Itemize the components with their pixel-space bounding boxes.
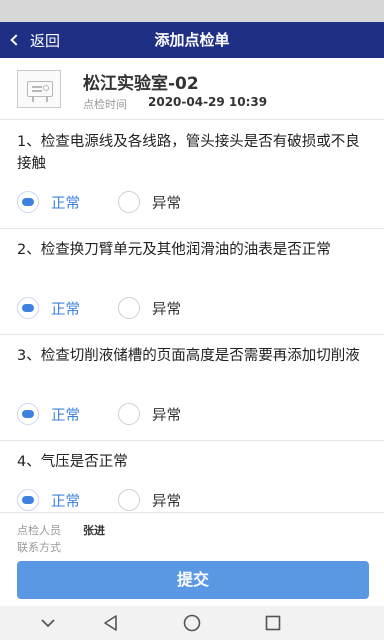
home-circle-icon[interactable]: [181, 612, 203, 634]
radio-unchecked-icon[interactable]: [118, 489, 140, 511]
option-abnormal[interactable]: 异常: [118, 297, 181, 319]
checklist-item: 2、检查换刀臂单元及其他润滑油的油表是否正常 正常 异常: [0, 229, 384, 335]
status-bar: [0, 0, 384, 22]
option-abnormal-label: 异常: [152, 301, 181, 318]
device-name: 松江实验室-02: [83, 74, 199, 94]
question-text: 4、气压是否正常: [17, 454, 128, 470]
question-text: 1、检查电源线及各线路，管头接头是否有破损或不良接触: [17, 134, 360, 172]
inspector-label: 点检人员: [17, 524, 61, 537]
system-nav-bar: [0, 606, 384, 640]
back-label: 返回: [30, 31, 61, 50]
device-header: 松江实验室-02 点检时间 2020-04-29 10:39: [0, 58, 384, 120]
recents-square-icon[interactable]: [262, 612, 284, 634]
footer-panel: 点检人员 张进 联系方式 提交: [0, 512, 384, 606]
checklist-item: 1、检查电源线及各线路，管头接头是否有破损或不良接触 正常 异常: [0, 121, 384, 229]
option-abnormal[interactable]: 异常: [118, 191, 181, 213]
chevron-down-icon[interactable]: [37, 612, 59, 634]
radio-checked-icon[interactable]: [17, 403, 39, 425]
nav-bar: 返回 添加点检单: [0, 22, 384, 58]
chevron-left-icon: [10, 34, 22, 46]
machine-icon: [17, 70, 61, 108]
option-normal[interactable]: 正常: [17, 297, 80, 319]
option-abnormal-label: 异常: [152, 407, 181, 424]
radio-unchecked-icon[interactable]: [118, 191, 140, 213]
option-normal-label: 正常: [51, 195, 80, 212]
option-normal[interactable]: 正常: [17, 191, 80, 213]
radio-checked-icon[interactable]: [17, 191, 39, 213]
checklist-item: 3、检查切削液储槽的页面高度是否需要再添加切削液 正常 异常: [0, 335, 384, 441]
back-triangle-icon[interactable]: [100, 612, 122, 634]
back-button[interactable]: 返回: [10, 22, 61, 58]
radio-unchecked-icon[interactable]: [118, 297, 140, 319]
question-text: 2、检查换刀臂单元及其他润滑油的油表是否正常: [17, 242, 331, 258]
radio-unchecked-icon[interactable]: [118, 403, 140, 425]
option-normal-label: 正常: [51, 301, 80, 318]
inspection-time-value: 2020-04-29 10:39: [148, 95, 268, 109]
option-abnormal-label: 异常: [152, 195, 181, 212]
submit-button[interactable]: 提交: [17, 561, 369, 599]
option-abnormal[interactable]: 异常: [118, 403, 181, 425]
question-text: 3、检查切削液储槽的页面高度是否需要再添加切削液: [17, 348, 360, 364]
checklist-item: 4、气压是否正常 正常 异常: [0, 441, 384, 512]
option-abnormal[interactable]: 异常: [118, 489, 181, 511]
radio-checked-icon[interactable]: [17, 297, 39, 319]
inspection-time-label: 点检时间: [83, 98, 127, 111]
option-normal[interactable]: 正常: [17, 489, 80, 511]
inspector-value: 张进: [83, 524, 105, 537]
radio-checked-icon[interactable]: [17, 489, 39, 511]
option-normal[interactable]: 正常: [17, 403, 80, 425]
contact-label: 联系方式: [17, 541, 61, 554]
option-normal-label: 正常: [51, 407, 80, 424]
option-abnormal-label: 异常: [152, 493, 181, 510]
option-normal-label: 正常: [51, 493, 80, 510]
